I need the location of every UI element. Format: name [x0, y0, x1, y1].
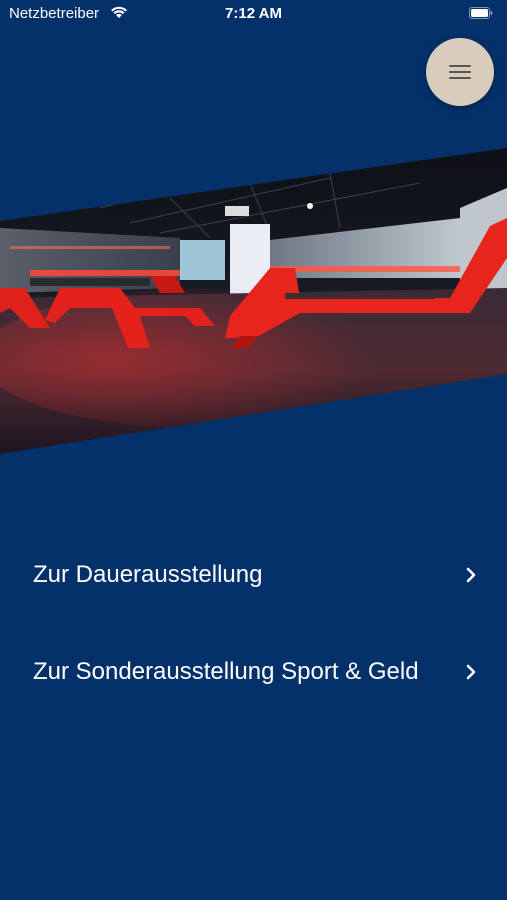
nav-item-label: Zur Sonderausstellung Sport & Geld — [33, 658, 419, 685]
exhibition-hall-photo — [0, 148, 507, 454]
nav-item-special-exhibition[interactable]: Zur Sonderausstellung Sport & Geld — [0, 641, 507, 703]
chevron-right-icon — [466, 567, 476, 583]
nav-item-label: Zur Dauerausstellung — [33, 561, 263, 588]
nav-item-permanent-exhibition[interactable]: Zur Dauerausstellung — [0, 558, 507, 592]
hamburger-menu-icon — [449, 65, 471, 79]
clock-time: 7:12 AM — [225, 5, 282, 22]
status-bar: Netzbetreiber 7:12 AM — [0, 0, 507, 28]
menu-button[interactable] — [426, 38, 494, 106]
chevron-right-icon — [466, 664, 476, 680]
battery-icon — [469, 7, 493, 19]
